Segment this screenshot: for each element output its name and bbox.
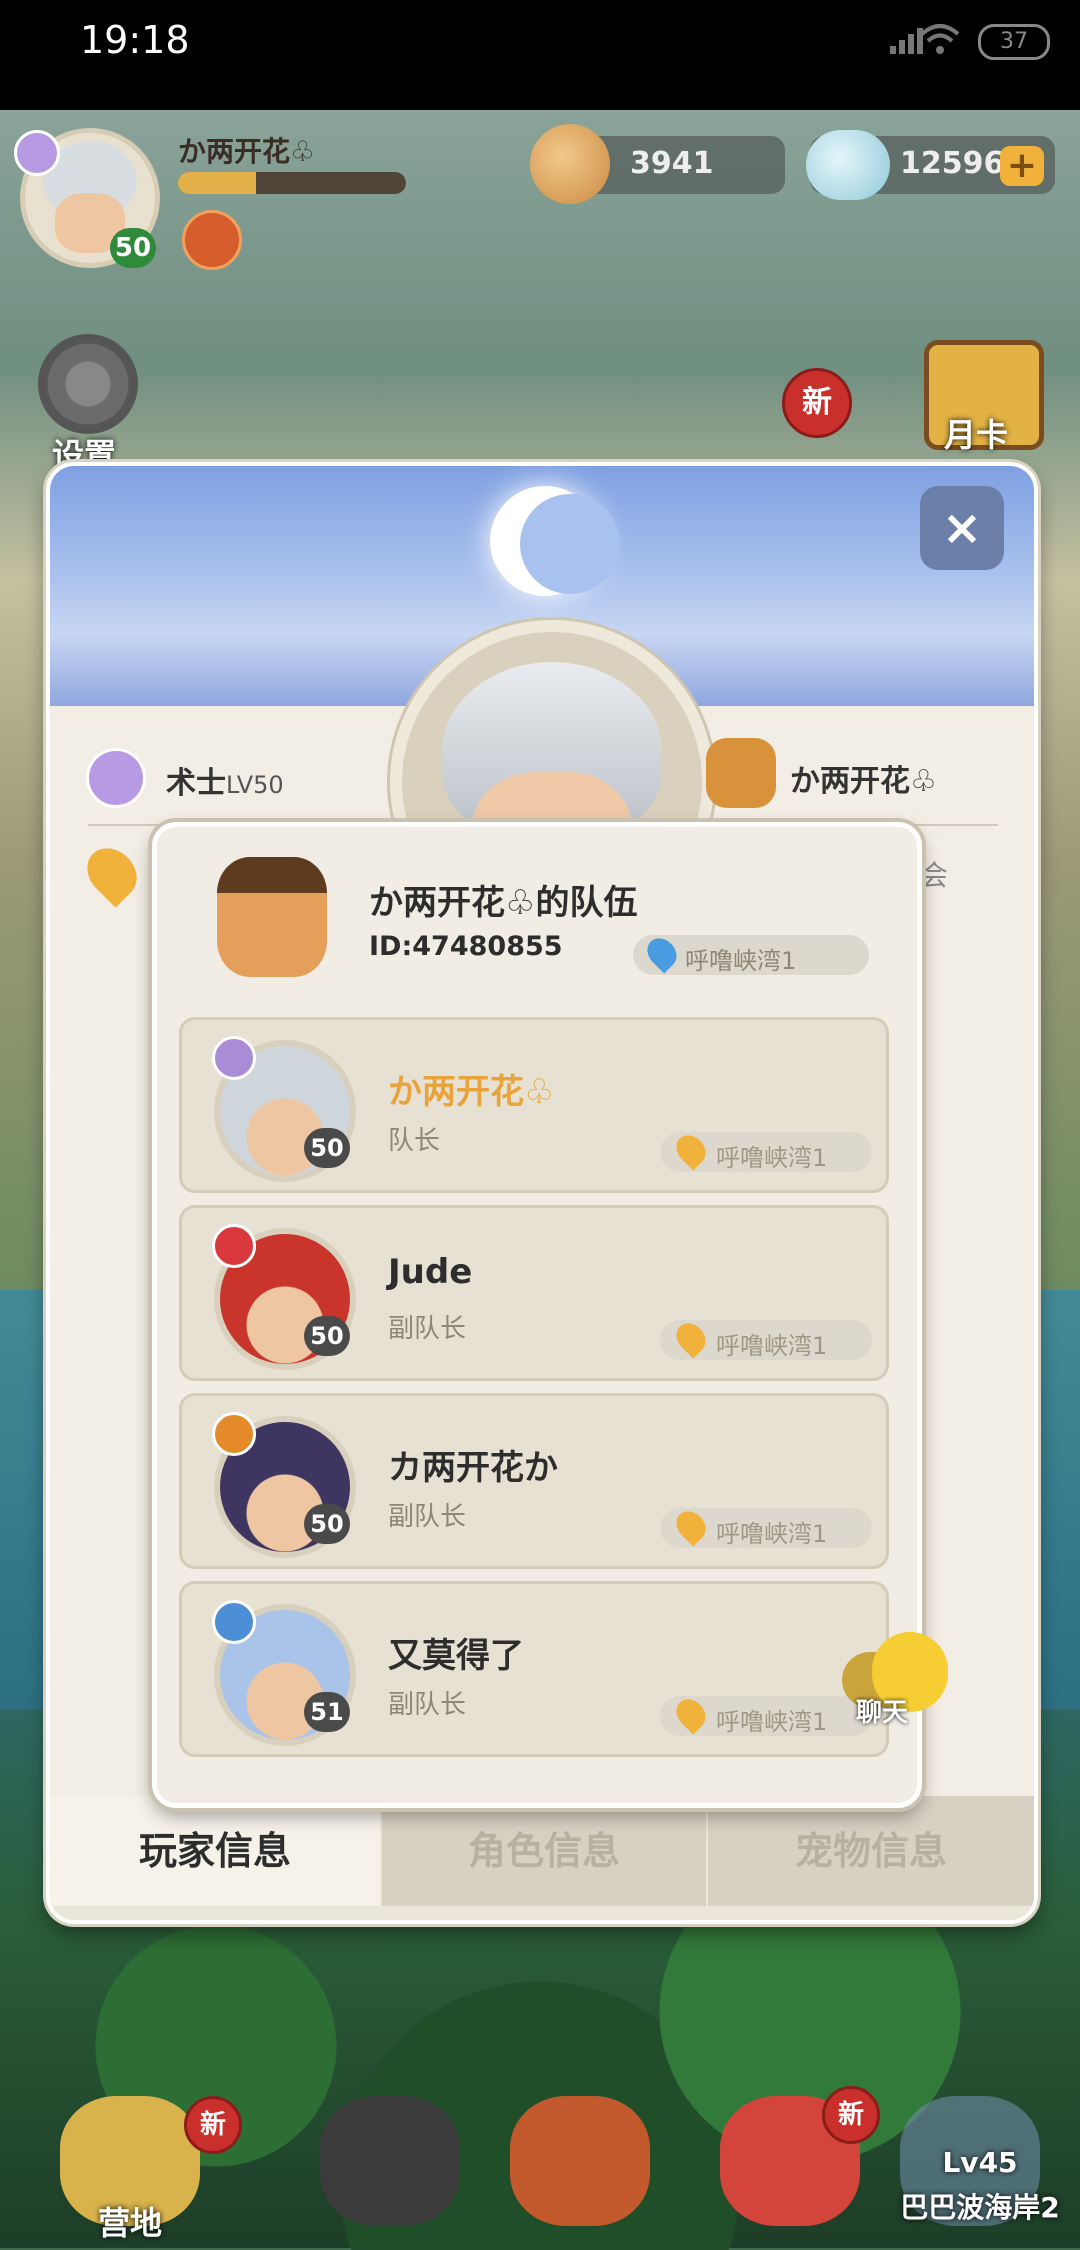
class-name: 术士 — [166, 766, 226, 801]
nav-character[interactable] — [300, 2086, 480, 2248]
tab-player-info[interactable]: 玩家信息 — [50, 1796, 380, 1906]
exp-bar — [178, 172, 406, 194]
member-card[interactable]: 50 Jude 副队长 呼噜峡湾1 — [179, 1205, 889, 1381]
member-role: 队长 — [388, 1126, 441, 1156]
member-card[interactable]: 51 又莫得了 副队长 呼噜峡湾1 — [179, 1581, 889, 1757]
panel-tabs: 玩家信息 角色信息 宠物信息 — [50, 1796, 1034, 1920]
class-icon — [212, 1600, 256, 1644]
clock: 19:18 — [80, 18, 190, 62]
member-location-text: 呼噜峡湾1 — [716, 1708, 828, 1736]
class-info: 术士LV50 — [166, 758, 284, 802]
team-icon — [706, 738, 776, 808]
warlock-class-icon — [86, 748, 146, 808]
nav-locked-map[interactable]: Lv45 巴巴波海岸2 — [880, 2086, 1080, 2248]
member-location-text: 呼噜峡湾1 — [716, 1520, 828, 1548]
bottom-nav: 营地 新 新 Lv45 巴巴波海岸2 — [0, 2086, 1080, 2248]
member-card[interactable]: 50 か两开花♧ 队长 呼噜峡湾1 — [179, 1017, 889, 1193]
gem-icon — [806, 130, 890, 200]
class-icon — [212, 1412, 256, 1456]
month-card-label[interactable]: 月卡 — [944, 410, 1008, 456]
gem-amount: 12596 — [900, 146, 1005, 181]
member-location: 呼噜峡湾1 — [660, 1317, 872, 1360]
class-icon — [212, 1036, 256, 1080]
totem-icon — [510, 2096, 650, 2226]
chat-label: 聊天 — [856, 1698, 909, 1728]
location-pin-icon — [670, 1317, 712, 1359]
close-button[interactable]: × — [920, 486, 1004, 570]
location-pin-icon — [670, 1129, 712, 1171]
class-level: LV50 — [226, 771, 284, 799]
team-pet-icon — [217, 857, 327, 977]
shell-amount: 3941 — [630, 146, 714, 181]
blue-pin-icon — [641, 932, 683, 974]
member-role: 副队长 — [388, 1502, 467, 1532]
member-name: Jude — [388, 1252, 473, 1292]
member-location-text: 呼噜峡湾1 — [716, 1144, 828, 1172]
team-title: か两开花♧的队伍 — [369, 883, 638, 923]
member-name: か两开花♧ — [388, 1072, 555, 1112]
add-currency-button[interactable]: + — [1000, 146, 1044, 186]
member-card[interactable]: 50 カ两开花か 副队长 呼噜峡湾1 — [179, 1393, 889, 1569]
player-level-badge: 50 — [110, 228, 156, 268]
team-location-text: 呼噜峡湾1 — [685, 947, 797, 975]
location-pin-icon — [670, 1505, 712, 1547]
class-icon — [14, 130, 60, 176]
locked-map-name: 巴巴波海岸2 — [900, 2191, 1060, 2224]
member-role: 副队长 — [388, 1690, 467, 1720]
team-name-header: か两开花♧ — [790, 764, 937, 799]
member-location-text: 呼噜峡湾1 — [716, 1332, 828, 1360]
guild-text: 会 — [920, 859, 949, 892]
member-location: 呼噜峡湾1 — [660, 1693, 872, 1736]
team-id: ID:47480855 — [369, 931, 563, 962]
buff-icon[interactable] — [182, 210, 242, 270]
team-location: 呼噜峡湾1 — [633, 932, 869, 975]
member-level: 50 — [304, 1504, 350, 1544]
location-pin-icon — [670, 1693, 712, 1735]
battery-indicator: 37 — [978, 24, 1050, 60]
shell-icon — [530, 124, 610, 204]
new-badge: 新 — [782, 368, 852, 438]
camp-label: 营地 — [97, 2204, 162, 2242]
moon-shadow — [520, 494, 620, 594]
member-name: カ两开花か — [388, 1448, 558, 1488]
status-bar: 19:18 37 — [0, 0, 1080, 110]
class-icon — [212, 1224, 256, 1268]
member-name: 又莫得了 — [388, 1636, 524, 1676]
member-location: 呼噜峡湾1 — [660, 1505, 872, 1548]
location-pin-icon — [77, 838, 147, 908]
chat-button[interactable]: 聊天 — [842, 1632, 972, 1742]
member-location: 呼噜峡湾1 — [660, 1129, 872, 1172]
member-level: 50 — [304, 1316, 350, 1356]
new-badge: 新 — [184, 2096, 242, 2154]
tab-character-info[interactable]: 角色信息 — [382, 1796, 706, 1906]
character-icon — [320, 2096, 460, 2226]
new-badge: 新 — [822, 2086, 880, 2144]
player-name: か两开花♧ — [178, 135, 316, 168]
member-role: 副队长 — [388, 1314, 467, 1344]
gear-icon[interactable] — [38, 334, 138, 434]
member-level: 51 — [304, 1692, 350, 1732]
tab-pet-info[interactable]: 宠物信息 — [708, 1796, 1034, 1906]
member-level: 50 — [304, 1128, 350, 1168]
locked-level: Lv45 — [942, 2146, 1018, 2179]
team-popup: か两开花♧的队伍 ID:47480855 呼噜峡湾1 50 か两开花♧ 队长 呼… — [152, 822, 922, 1808]
wifi-icon — [920, 22, 960, 56]
exp-fill — [178, 172, 256, 194]
nav-totem[interactable] — [490, 2086, 670, 2248]
